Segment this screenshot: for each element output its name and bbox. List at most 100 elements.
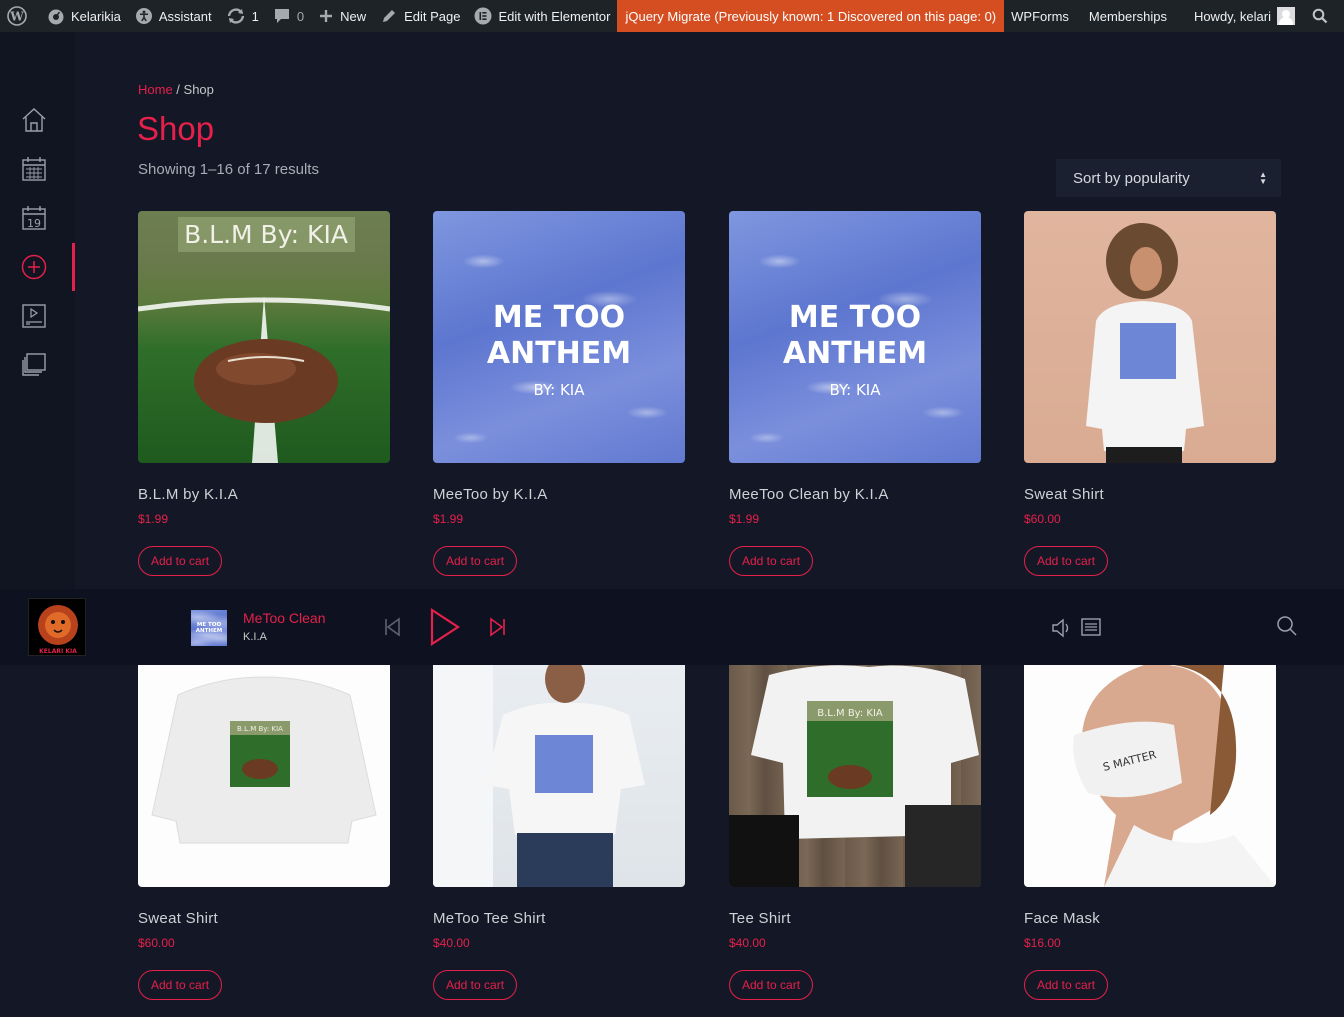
add-to-cart-button[interactable]: Add to cart [433,970,518,1000]
calendar-day-icon[interactable]: 19 [21,205,47,231]
add-to-cart-button[interactable]: Add to cart [138,970,223,1000]
product-price: $60.00 [1024,512,1061,526]
sort-select[interactable]: Sort by popularity ▲ ▼ [1056,159,1281,197]
product-name[interactable]: Sweat Shirt [138,910,390,927]
add-to-cart-button[interactable]: Add to cart [138,546,223,576]
player-search-icon[interactable] [1276,615,1298,637]
edit-page-label: Edit Page [404,8,461,24]
product-image[interactable] [1024,211,1276,463]
assistant-link[interactable]: Assistant [128,0,219,32]
product-art-text: B.L.M By: KIA [237,725,283,733]
product-name[interactable]: B.L.M by K.I.A [138,486,390,503]
avatar [1277,7,1295,25]
product-price: $1.99 [729,512,760,526]
product-name[interactable]: Sweat Shirt [1024,486,1276,503]
breadcrumb-home-link[interactable]: Home [138,82,173,97]
product-card: B.L.M By: KIA Sweat Shirt $60.00 Add to … [138,665,390,1000]
previous-track-icon[interactable] [382,617,402,637]
breadcrumb-current: Shop [183,82,214,97]
home-icon[interactable] [21,107,47,133]
sidebar-nav: 19 [0,32,75,589]
next-track-icon[interactable] [488,617,508,637]
add-to-cart-button[interactable]: Add to cart [1024,970,1109,1000]
new-label: New [340,8,367,24]
add-to-cart-button[interactable]: Add to cart [433,546,518,576]
sort-selected-value: Sort by popularity [1073,169,1190,187]
page-title: Shop [137,110,215,147]
calendar-icon[interactable] [21,156,47,182]
product-name[interactable]: MeeToo Clean by K.I.A [729,486,981,503]
product-image[interactable]: B.L.M By: KIA [729,665,981,887]
site-logo[interactable]: KELARI KIA [28,598,86,656]
product-image[interactable]: B.L.M By: KIA [138,211,390,463]
product-image[interactable]: B.L.M By: KIA [138,665,390,887]
product-image[interactable]: ME TOO ANTHEM BY: KIA [433,211,685,463]
site-name: Kelarikia [71,8,121,24]
thumb-line2: ANTHEM [196,628,222,634]
track-title[interactable]: MeToo Clean [243,610,326,626]
model-face-mask-art: S MATTER [1073,665,1276,887]
product-art-by: BY: KIA [830,381,882,399]
memberships-link[interactable]: Memberships [1082,0,1174,32]
search-icon [1312,8,1328,24]
add-circle-icon[interactable] [21,254,47,280]
elementor-icon [474,7,492,25]
edit-elementor-link[interactable]: Edit with Elementor [467,0,617,32]
product-name[interactable]: MeeToo by K.I.A [433,486,685,503]
product-art-line1: ME TOO [493,300,625,335]
howdy-label: Howdy, kelari [1193,8,1271,24]
wordpress-logo-button[interactable]: W [0,0,40,32]
updates-link[interactable]: 1 [219,0,266,32]
product-card: S MATTER Face Mask $16.00 Add to cart [1024,665,1276,1000]
volume-icon[interactable] [1051,617,1073,639]
comments-link[interactable]: 0 [266,0,311,32]
product-price: $1.99 [138,512,169,526]
assistant-label: Assistant [158,8,212,24]
edit-page-link[interactable]: Edit Page [373,0,467,32]
product-card: MeToo Tee Shirt $40.00 Add to cart [433,665,685,1000]
model-sweatshirt-art [1086,223,1204,463]
sweatshirt-art: B.L.M By: KIA [151,676,377,844]
product-name[interactable]: MeToo Tee Shirt [433,910,685,927]
add-to-cart-button[interactable]: Add to cart [729,546,814,576]
site-name-link[interactable]: Kelarikia [40,0,128,32]
product-price: $60.00 [138,936,175,950]
product-image[interactable]: S MATTER [1024,665,1276,887]
add-to-cart-button[interactable]: Add to cart [1024,546,1109,576]
track-artist: K.I.A [243,631,267,643]
product-image[interactable] [433,665,685,887]
product-card: ME TOO ANTHEM BY: KIA MeeToo by K.I.A $1… [433,211,685,576]
admin-bar: W Kelarikia Assistant 1 0 New Edit Page … [0,0,1344,32]
add-to-cart-button[interactable]: Add to cart [729,970,814,1000]
wordpress-icon: W [7,6,27,26]
flatlay-tee-art: B.L.M By: KIA [729,665,981,887]
pencil-icon [383,10,396,22]
comment-icon [274,9,289,23]
accessibility-icon [135,8,152,24]
audio-player-bar: KELARI KIA ME TOO ANTHEM MeToo Clean K.I… [0,589,1344,665]
model-tee-art [433,665,645,887]
breadcrumb-separator: / [172,82,184,97]
metoo-art: ME TOO ANTHEM BY: KIA [487,300,631,399]
new-content-link[interactable]: New [311,0,373,32]
edit-elementor-label: Edit with Elementor [498,8,611,24]
product-image[interactable]: ME TOO ANTHEM BY: KIA [729,211,981,463]
svg-text:19: 19 [27,217,41,230]
albums-icon[interactable] [21,352,47,378]
product-price: $16.00 [1024,936,1061,950]
playlist-icon[interactable] [1081,617,1101,637]
now-playing-artwork[interactable]: ME TOO ANTHEM [191,610,227,646]
product-art-text: B.L.M By: KIA [817,708,883,719]
svg-text:W: W [9,10,24,24]
active-indicator [72,243,75,291]
video-playlist-icon[interactable] [21,303,47,329]
product-name[interactable]: Face Mask [1024,910,1276,927]
product-name[interactable]: Tee Shirt [729,910,981,927]
user-account-link[interactable]: Howdy, kelari [1187,0,1302,32]
wpforms-link[interactable]: WPForms [1004,0,1076,32]
comments-count: 0 [296,8,305,24]
product-card: ME TOO ANTHEM BY: KIA MeeToo Clean by K.… [729,211,981,576]
admin-search-button[interactable] [1302,0,1344,32]
play-icon[interactable] [428,607,462,647]
jquery-migrate-notice[interactable]: jQuery Migrate (Previously known: 1 Disc… [617,0,1005,32]
